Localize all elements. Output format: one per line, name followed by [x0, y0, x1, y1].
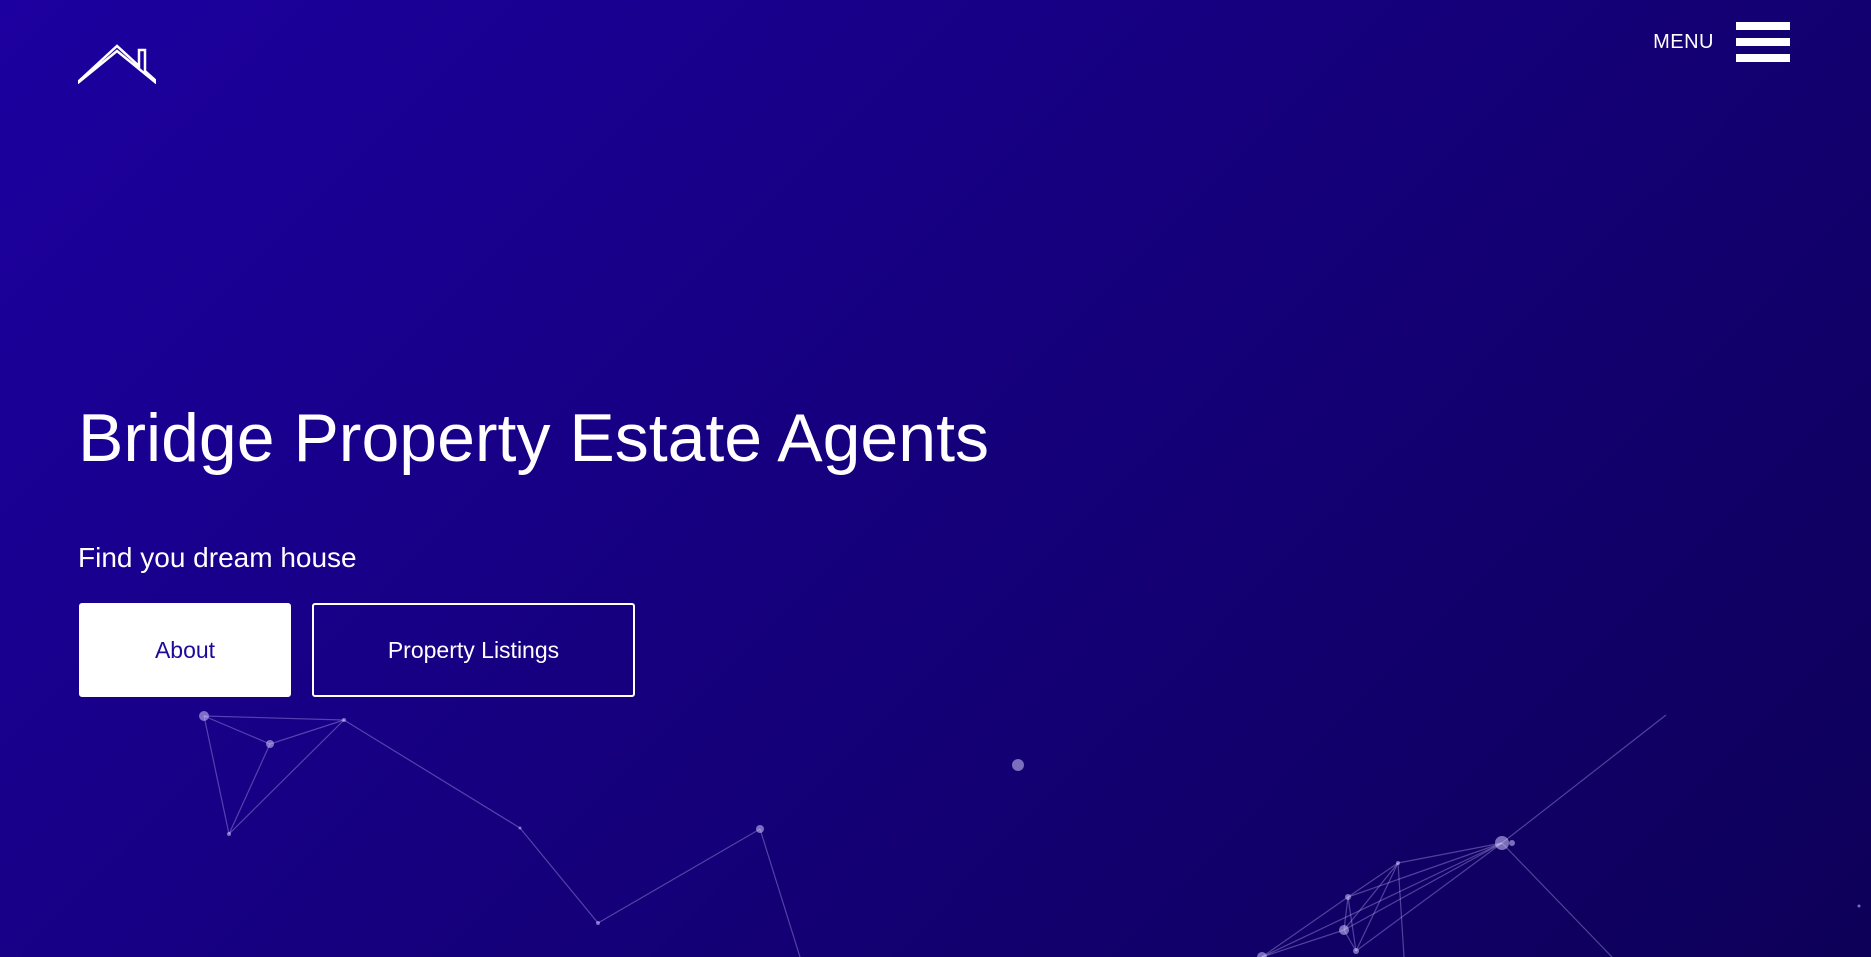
hero-title: Bridge Property Estate Agents	[78, 400, 989, 476]
about-button[interactable]: About	[79, 603, 291, 697]
hero-subtitle: Find you dream house	[78, 542, 357, 573]
property-listings-button[interactable]: Property Listings	[312, 603, 635, 697]
hamburger-icon[interactable]	[1736, 22, 1790, 62]
house-roof-icon[interactable]	[77, 44, 157, 85]
menu-label: MENU	[1653, 30, 1714, 53]
menu-toggle[interactable]: MENU	[1653, 22, 1790, 62]
particle-network-background	[199, 711, 1861, 957]
